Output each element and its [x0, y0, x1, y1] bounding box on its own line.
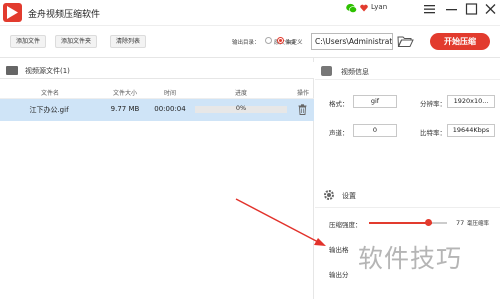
watermark-text: 软件技巧	[358, 244, 463, 273]
